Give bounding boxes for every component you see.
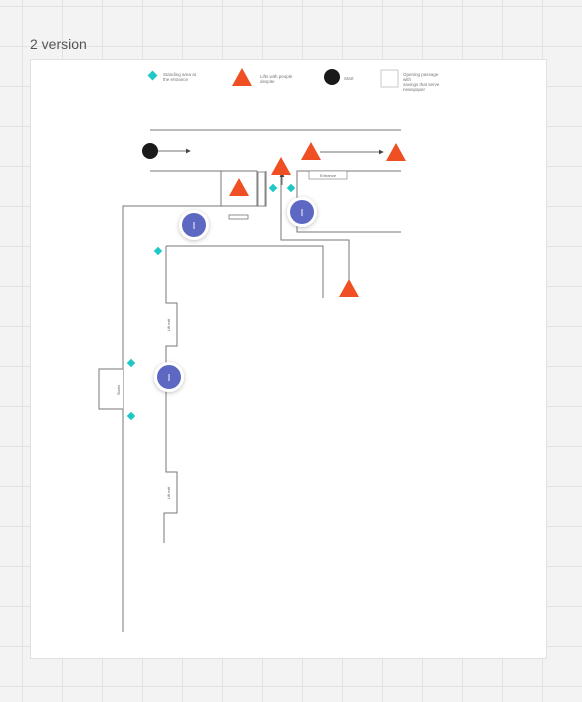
legend-dot-icon: [324, 69, 340, 85]
diamond-icon[interactable]: [286, 183, 296, 193]
avatar-initial: I: [301, 208, 304, 219]
triangle-icon[interactable]: [229, 178, 249, 196]
passage-label: Entrance: [320, 173, 337, 178]
triangle-icon[interactable]: [301, 142, 321, 160]
diagram-canvas: I I I Lift exit Stairs Lift exit Entranc…: [98, 68, 406, 632]
diamond-icon[interactable]: [268, 183, 278, 193]
avatar-initial: I: [168, 373, 171, 384]
start-dot-icon[interactable]: [142, 143, 158, 159]
mid-horizontal-wall: [166, 245, 324, 298]
avatar[interactable]: I: [179, 210, 209, 240]
avatar-initial: I: [193, 221, 196, 232]
opening-slot: [228, 214, 249, 220]
legend-square-icon: [380, 69, 399, 88]
triangle-icon[interactable]: [271, 157, 291, 175]
diamond-icon[interactable]: [126, 411, 136, 421]
lift-door: [257, 171, 266, 207]
diamond-icon[interactable]: [126, 358, 136, 368]
diamond-icon[interactable]: [153, 246, 163, 256]
left-outer-wall: [122, 170, 222, 632]
triangle-icon[interactable]: [386, 143, 406, 161]
legend-triangle-icon: [232, 68, 252, 86]
legend-diamond-icon: [147, 70, 158, 81]
door-label-left: Stairs: [116, 385, 121, 395]
corridor-label-2: Lift exit: [166, 486, 171, 500]
corridor-label-1: Lift exit: [166, 318, 171, 332]
avatar[interactable]: I: [287, 197, 317, 227]
avatar[interactable]: I: [154, 362, 184, 392]
triangle-icon[interactable]: [339, 279, 359, 297]
